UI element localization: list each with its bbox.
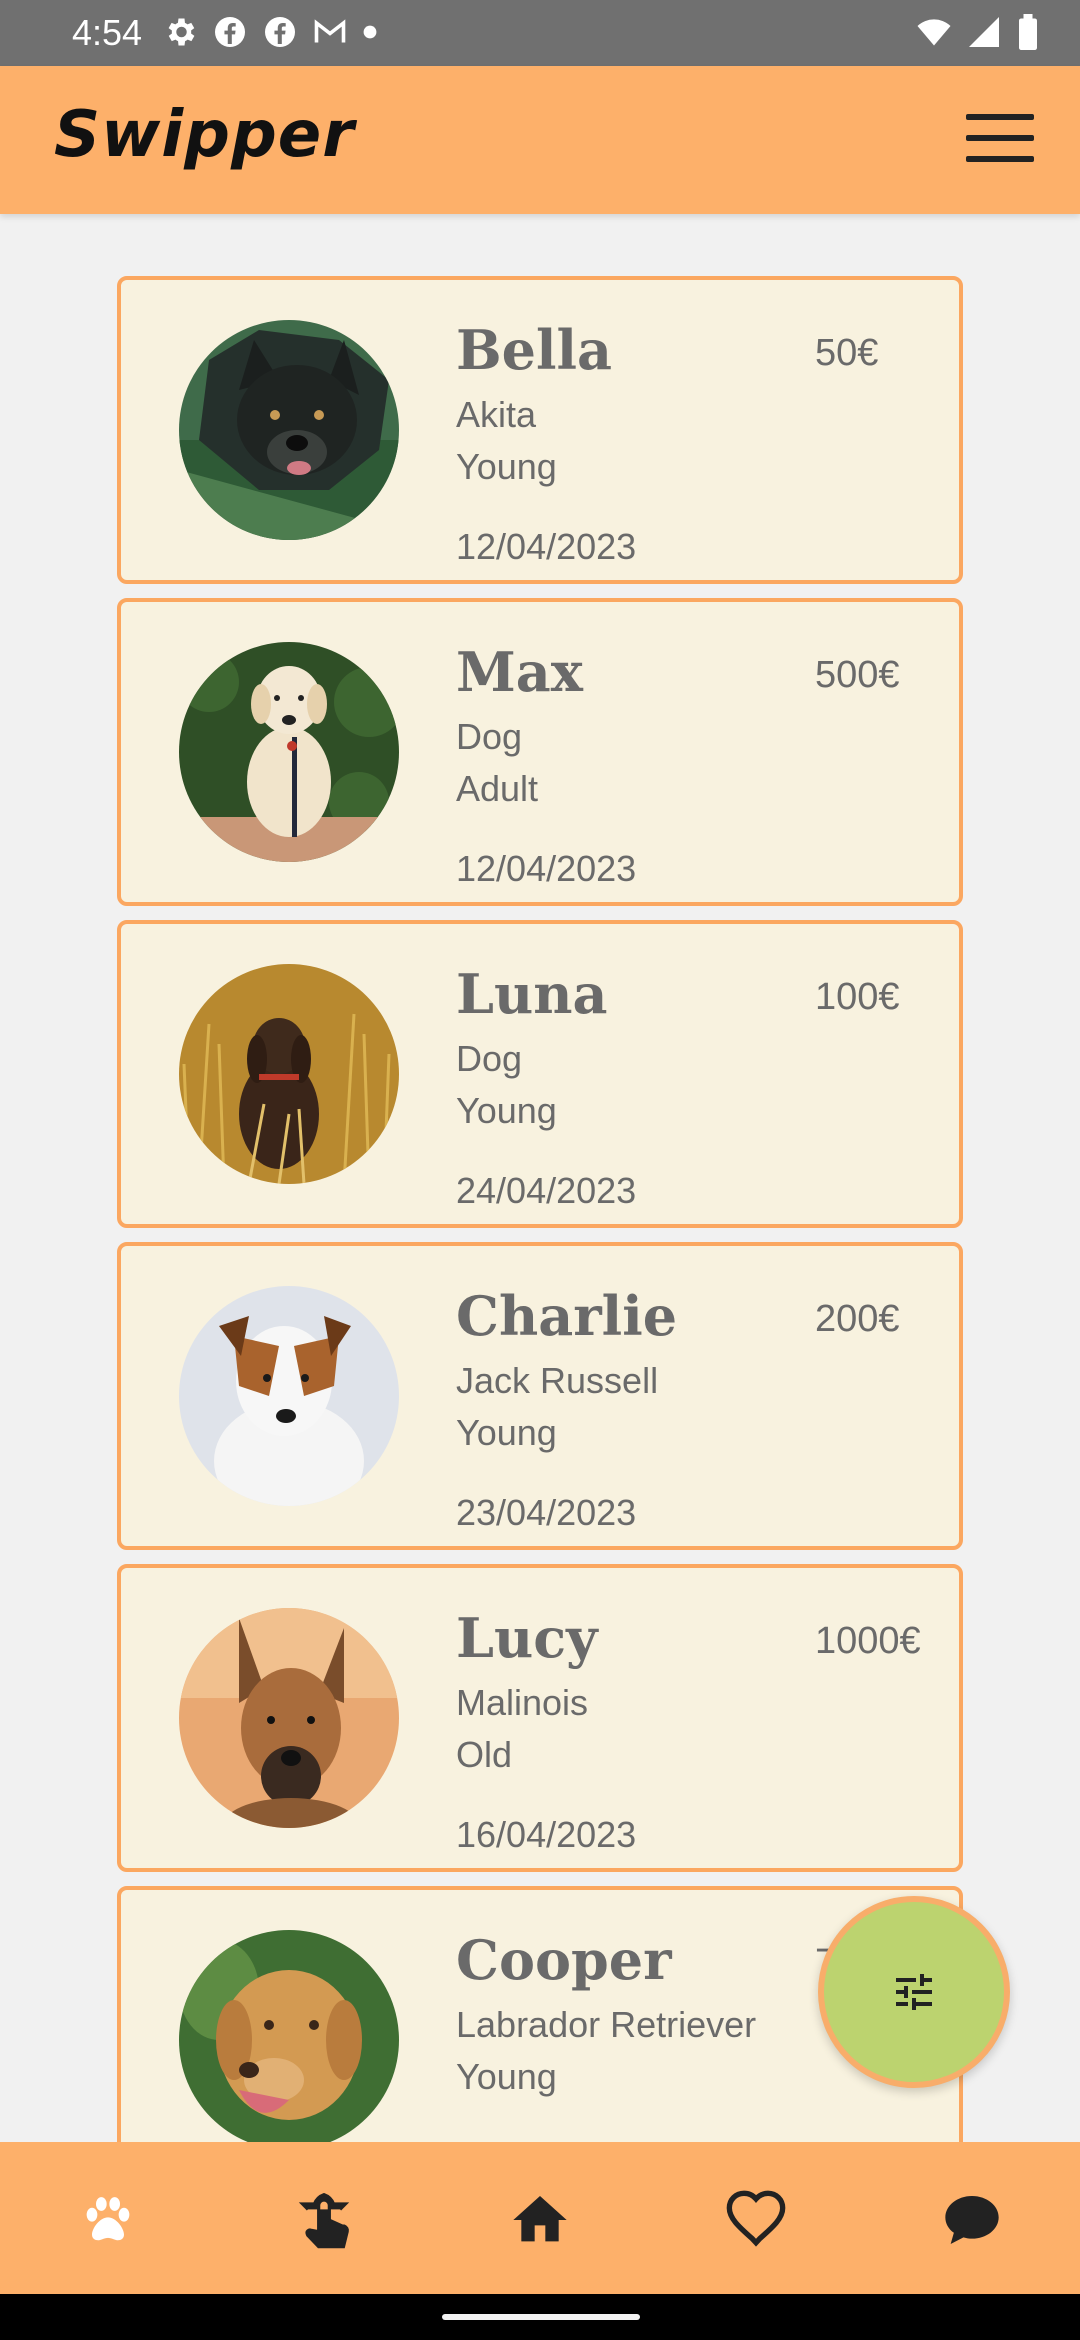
pet-name: Lucy (456, 1606, 598, 1670)
pet-breed: Jack Russell (456, 1360, 659, 1401)
pet-age: Old (456, 1734, 513, 1775)
wifi-icon (917, 19, 951, 46)
app-title: Swipper (54, 98, 355, 172)
dot-icon (363, 25, 377, 39)
pet-date: 12/04/2023 (456, 526, 637, 567)
pet-name: Max (456, 640, 583, 704)
status-bar: 4:54 (0, 0, 1080, 66)
pet-age: Young (456, 1412, 557, 1453)
status-time: 4:54 (72, 12, 143, 53)
bottom-nav (0, 2142, 1080, 2294)
pet-card[interactable]: Lucy Malinois Old 16/04/2023 1000€ (117, 1564, 963, 1872)
pet-age: Young (456, 446, 557, 487)
chat-icon[interactable] (940, 2188, 1004, 2252)
pet-age: Adult (456, 768, 539, 809)
pet-breed: Labrador Retriever (456, 2004, 757, 2045)
pet-card[interactable]: Max Dog Adult 12/04/2023 500€ (117, 598, 963, 906)
swipe-icon[interactable] (292, 2188, 356, 2252)
pet-card[interactable]: Luna Dog Young 24/04/2023 100€ (117, 920, 963, 1228)
filter-button[interactable] (818, 1896, 1010, 2088)
facebook-icon (265, 17, 295, 47)
hamburger-menu-icon[interactable] (966, 114, 1034, 162)
pet-date: 12/04/2023 (456, 848, 637, 889)
pet-breed: Dog (456, 1038, 523, 1079)
filter-sliders-icon (896, 1974, 932, 2010)
gesture-bar (0, 2294, 1080, 2340)
settings-icon (168, 18, 195, 46)
pet-photo (179, 642, 399, 862)
pet-breed: Dog (456, 716, 523, 757)
pet-name: Charlie (456, 1284, 678, 1348)
pet-age: Young (456, 2056, 557, 2097)
pet-photo (179, 964, 399, 1184)
pet-name: Cooper (456, 1928, 672, 1992)
home-icon[interactable] (508, 2188, 572, 2252)
pet-photo (179, 1286, 399, 1506)
pet-photo (179, 1608, 399, 1828)
pet-price: 50€ (815, 332, 879, 374)
paw-icon[interactable] (76, 2188, 140, 2252)
pet-card[interactable]: Bella Akita Young 12/04/2023 50€ (117, 276, 963, 584)
pet-price: 100€ (815, 976, 900, 1018)
pet-photo (179, 320, 399, 540)
pet-photo (179, 1930, 399, 2142)
signal-icon (969, 17, 999, 47)
pet-breed: Malinois (456, 1682, 589, 1723)
pet-list[interactable]: Bella Akita Young 12/04/2023 50€ Max Dog… (0, 214, 1080, 2142)
app-bar: Swipper (0, 66, 1080, 214)
pet-price: 1000€ (815, 1620, 921, 1662)
heart-icon[interactable] (724, 2188, 788, 2252)
home-gesture-handle[interactable] (442, 2314, 640, 2320)
pet-price: 200€ (815, 1298, 900, 1340)
gmail-icon (314, 19, 346, 43)
pet-age: Young (456, 1090, 557, 1131)
pet-date: 24/04/2023 (456, 1170, 637, 1211)
pet-price: 500€ (815, 654, 900, 696)
pet-card[interactable]: Charlie Jack Russell Young 23/04/2023 20… (117, 1242, 963, 1550)
pet-name: Bella (456, 318, 613, 382)
pet-name: Luna (456, 962, 608, 1026)
pet-date: 16/04/2023 (456, 1814, 637, 1855)
battery-icon (1019, 14, 1037, 50)
facebook-icon (215, 17, 245, 47)
pet-breed: Akita (456, 394, 537, 435)
pet-date: 23/04/2023 (456, 1492, 637, 1533)
